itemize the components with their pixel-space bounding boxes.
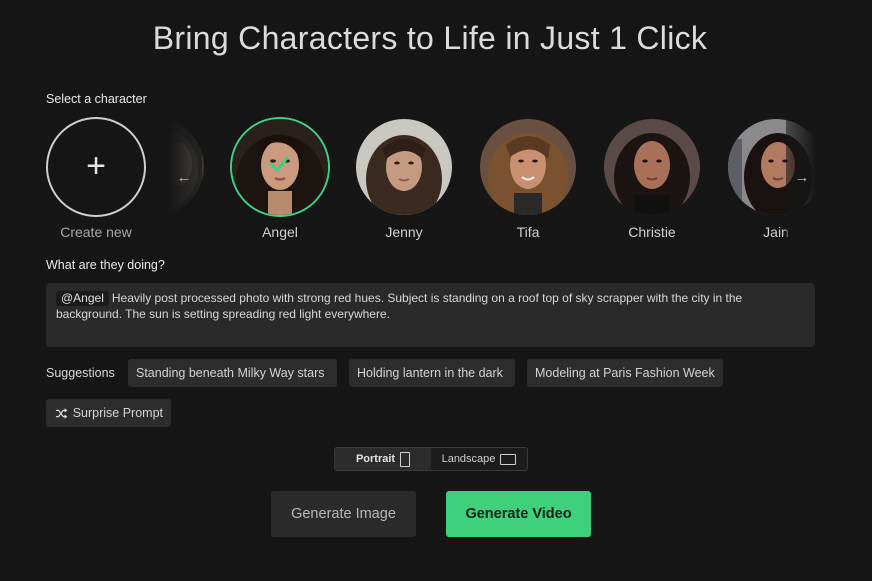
orientation-portrait-option[interactable]: Portrait <box>335 448 431 470</box>
suggestion-chip[interactable]: Standing beneath Milky Way stars <box>128 359 337 387</box>
generate-video-button[interactable]: Generate Video <box>446 491 591 537</box>
orientation-toggle: Portrait Landscape <box>334 447 528 471</box>
create-new-label: Create new <box>60 224 132 240</box>
prompt-input[interactable]: @Angel Heavily post processed photo with … <box>46 283 815 347</box>
landscape-frame-icon <box>500 453 517 465</box>
character-name: Tifa <box>516 224 540 240</box>
generate-image-button[interactable]: Generate Image <box>271 491 416 537</box>
landscape-label: Landscape <box>441 453 496 465</box>
page-title: Bring Characters to Life in Just 1 Click <box>152 20 708 56</box>
select-character-label: Select a character <box>46 92 147 106</box>
arrow-left-icon[interactable]: ← <box>174 167 194 187</box>
character-mention-tag: @Angel <box>56 291 109 306</box>
check-icon <box>269 156 289 172</box>
create-new-button[interactable]: + <box>46 117 146 217</box>
character-item-angel[interactable]: Angel <box>230 117 330 242</box>
avatar-christie <box>604 119 700 215</box>
avatar-tifa <box>480 119 576 215</box>
surprise-prompt-button[interactable]: Surprise Prompt <box>46 399 171 427</box>
prompt-text: Heavily post processed photo with strong… <box>56 291 743 321</box>
plus-icon: + <box>86 146 106 185</box>
character-item-tifa[interactable]: Tifa <box>478 117 578 242</box>
orientation-landscape-option[interactable]: Landscape <box>431 448 527 470</box>
app-root: Bring Characters to Life in Just 1 Click… <box>0 0 872 581</box>
create-new-character[interactable]: + Create new <box>46 117 146 242</box>
what-doing-label: What are they doing? <box>46 258 165 272</box>
suggestions-label: Suggestions <box>46 366 115 380</box>
character-carousel: + Create new Angel Jenny Tifa Christie J… <box>46 117 816 242</box>
character-name: Jain <box>763 224 789 240</box>
character-track: Angel Jenny Tifa Christie Jain ← → <box>168 117 816 242</box>
shuffle-icon <box>55 407 68 419</box>
portrait-frame-icon <box>400 451 411 467</box>
avatar-jenny <box>356 119 452 215</box>
character-item-jenny[interactable]: Jenny <box>354 117 454 242</box>
arrow-right-icon[interactable]: → <box>792 167 812 187</box>
portrait-label: Portrait <box>355 453 396 465</box>
suggestion-chip[interactable]: Modeling at Paris Fashion Week <box>527 359 723 387</box>
character-name: Christie <box>628 224 676 240</box>
surprise-prompt-label: Surprise Prompt <box>72 406 163 420</box>
character-name: Angel <box>262 224 298 240</box>
character-item-christie[interactable]: Christie <box>602 117 702 242</box>
character-name: Jenny <box>385 224 423 240</box>
suggestion-chip[interactable]: Holding lantern in the dark <box>349 359 515 387</box>
